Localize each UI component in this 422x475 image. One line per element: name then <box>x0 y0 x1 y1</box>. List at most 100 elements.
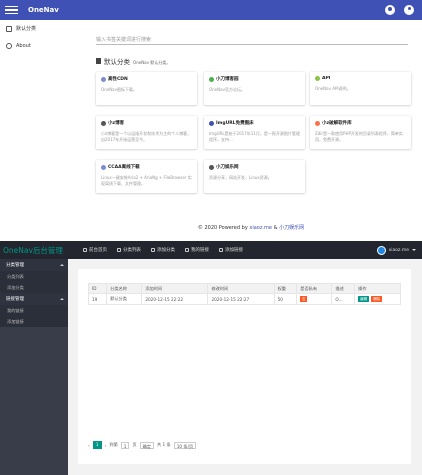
link-card[interactable]: 小刀博客园 OneNav官方论坛。 <box>204 72 305 105</box>
sidebar-item[interactable]: 添加链接 <box>0 316 68 327</box>
pagination: ‹ 1 › 到第 1 页 确定 共 1 条 10 条/页 <box>88 441 197 449</box>
category-title: 默认分类 <box>104 58 130 66</box>
sidebar-item-about[interactable]: About <box>0 37 80 54</box>
card-title: 小刀娱乐网 <box>216 165 239 170</box>
column-header: 分类名称 <box>106 283 143 294</box>
footer-link-xiaoz[interactable]: xiaoz.me <box>249 225 272 231</box>
card-title: ImgURL免费图床 <box>216 121 254 126</box>
sidebar-group[interactable]: 链接管理 <box>0 293 68 305</box>
cell-added: 2020-12-15 22:22 <box>141 293 209 305</box>
sidebar-item[interactable]: 分类列表 <box>0 271 68 282</box>
page-current[interactable]: 1 <box>92 441 102 449</box>
category-table: ID 分类名称 添加时间 修改时间 权重 是否私有 描述 操作 19 默认分类 2020-12… <box>87 283 401 305</box>
site-icon <box>209 76 214 82</box>
front-sidebar: 默认分类 About <box>0 20 80 230</box>
page-input[interactable]: 1 <box>120 441 130 449</box>
confirm-button[interactable]: 确定 <box>139 441 155 449</box>
sidebar-item[interactable]: 我的链接 <box>0 305 68 316</box>
list-icon <box>117 248 121 252</box>
menu-icon[interactable] <box>5 4 18 17</box>
edit-button[interactable]: 编辑 <box>358 296 370 302</box>
card-title-row: 小刀博客园 <box>209 76 300 82</box>
user-menu[interactable]: xiaoz.me <box>376 245 416 255</box>
card-desc: OneNav API说明。 <box>315 86 351 91</box>
site-icon <box>101 164 106 170</box>
delete-button[interactable]: 删除 <box>371 296 383 302</box>
card-desc: Zdir是一款使用PHP开发的目录列表程序，简单实用，免费开源。 <box>315 131 403 142</box>
card-title: CCAA离线下载 <box>108 165 140 170</box>
card-title-row: API <box>315 76 406 81</box>
front-brand[interactable]: OneNav <box>28 6 59 14</box>
link-card[interactable]: CCAA离线下载 Linux一键安装Aria2 + AriaNg + FileBr… <box>96 160 197 193</box>
add-link-icon <box>219 248 223 252</box>
github-icon[interactable] <box>385 5 395 15</box>
nav-item[interactable]: 分类列表 <box>112 247 146 253</box>
folder-icon <box>96 58 101 64</box>
sidebar-item[interactable]: 添加分类 <box>0 282 68 293</box>
link-card[interactable]: API OneNav API说明。 <box>310 72 411 105</box>
home-icon <box>83 248 87 252</box>
site-icon <box>209 164 214 170</box>
sidebar-group[interactable]: 分类管理 <box>0 259 68 271</box>
avatar <box>376 245 386 255</box>
nav-label: 添加分类 <box>157 248 175 253</box>
card-title-row: ImgURL免费图床 <box>209 120 300 126</box>
card-desc: Linux一键安装Aria2 + AriaNg + FileBrowser 实现… <box>101 175 192 186</box>
user-icon[interactable] <box>404 5 414 15</box>
column-header: 添加时间 <box>141 283 209 294</box>
admin-logo[interactable]: OneNav后台管理 <box>0 245 68 256</box>
sidebar-item-label: About <box>16 42 31 49</box>
goto-label: 到第 <box>109 442 118 447</box>
card-desc: 资源分享，网站开发，Linux资源。 <box>209 175 272 180</box>
card-title-row: 高性CDN <box>101 76 192 82</box>
link-card[interactable]: ImgURL免费图床 ImgURL是始于2017年11月，是一款开源图片管理程序，… <box>204 116 305 149</box>
user-name: xiaoz.me <box>388 247 409 253</box>
link-card[interactable]: 小刀娱乐网资源分享，网站开发，Linux资源。 <box>204 160 305 193</box>
link-icon <box>185 248 189 252</box>
sidebar-submenu: 我的链接 添加链接 <box>0 305 68 327</box>
search-input[interactable]: 输入书签关键词进行搜索 <box>96 33 408 45</box>
card-title-row: 小z博客 <box>101 120 192 126</box>
column-header: 描述 <box>331 283 356 294</box>
nav-item[interactable]: 我的链接 <box>180 247 214 253</box>
nav-label: 分类列表 <box>123 248 141 253</box>
add-icon <box>151 248 155 252</box>
card-desc: ImgURL是始于2017年11月，是一款开源图片管理程序，支持... <box>209 131 300 142</box>
column-header: 修改时间 <box>207 283 275 294</box>
nav-item[interactable]: 添加链接 <box>214 247 248 253</box>
category-heading: 默认分类 OneNav 默认分类。 <box>96 56 170 66</box>
admin-topbar: OneNav后台管理 前台首页 分类列表 添加分类 我的链接 添加链接 xiaoz.me <box>0 241 422 259</box>
link-card[interactable]: 小z破解软件库 Zdir是一款使用PHP开发的目录列表程序，简单实用，免费开源。 <box>310 116 411 149</box>
link-card[interactable]: 高性CDN OneNav图标下载。 <box>96 72 197 105</box>
footer-text: © 2020 Powered by <box>197 225 250 231</box>
admin-nav: 前台首页 分类列表 添加分类 我的链接 添加链接 <box>78 247 248 253</box>
cell-id: 19 <box>87 293 108 305</box>
chevron-down-icon <box>412 249 416 251</box>
card-title-row: 小刀娱乐网 <box>209 164 300 170</box>
footer: © 2020 Powered by xiaoz.me & 小刀娱乐网 <box>80 224 422 231</box>
sidebar-item-label: 默认分类 <box>16 26 37 32</box>
nav-label: 添加链接 <box>225 248 243 253</box>
site-icon <box>315 120 320 126</box>
card-title: 小z破解软件库 <box>322 121 352 126</box>
sidebar-item-default[interactable]: 默认分类 <box>0 20 80 37</box>
link-card[interactable]: 小z博客 小z博客是一个以运维开发和技术为主的个人博客，自2017年开始运营至今。 <box>96 116 197 149</box>
front-topbar: OneNav <box>0 0 422 20</box>
nav-label: 前台首页 <box>89 248 107 253</box>
footer-link-site[interactable]: 小刀娱乐网 <box>279 225 304 231</box>
column-header: 权重 <box>273 283 298 294</box>
prev-icon[interactable]: ‹ <box>88 443 90 448</box>
card-title: 小刀博客园 <box>216 77 239 82</box>
nav-item[interactable]: 添加分类 <box>146 247 180 253</box>
site-icon <box>209 120 214 126</box>
next-icon[interactable]: › <box>105 443 107 448</box>
cell-desc: O... <box>331 293 356 305</box>
column-header: 是否私有 <box>296 283 333 294</box>
card-title: 高性CDN <box>108 77 128 82</box>
nav-item[interactable]: 前台首页 <box>78 247 112 253</box>
cell-private: 否 <box>296 293 333 305</box>
site-icon <box>101 120 106 126</box>
total-count: 共 1 条 <box>157 442 171 447</box>
sidebar-submenu: 分类列表 添加分类 <box>0 271 68 293</box>
per-page-select[interactable]: 10 条/页 <box>173 441 197 449</box>
